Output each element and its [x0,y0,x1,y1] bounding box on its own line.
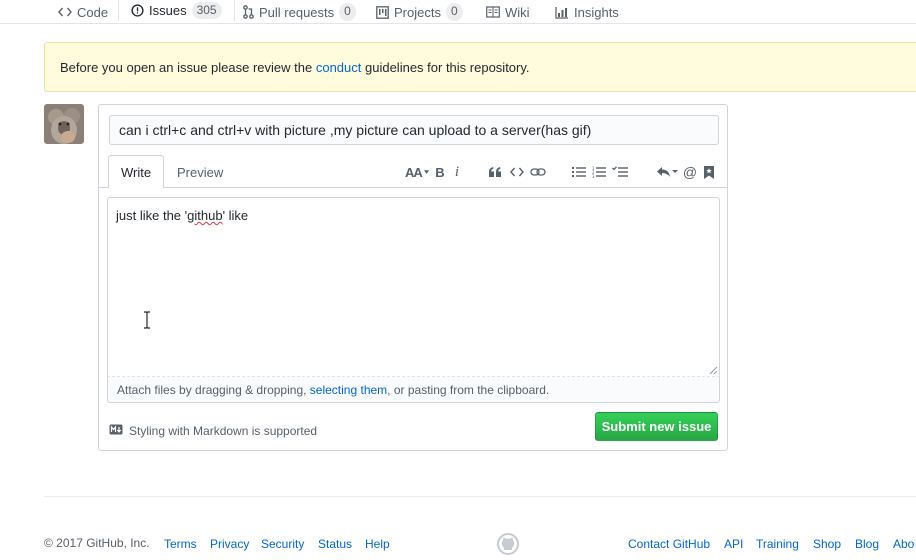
file-attach-bar[interactable]: Attach files by dragging & dropping, sel… [107,377,720,403]
repo-nav: Code Issues 305 Pull requests 0 Projects… [0,0,916,24]
body-text-before: just like the ' [116,208,188,223]
notice-text-before: Before you open an issue please review t… [60,59,316,75]
tab-pull-requests[interactable]: Pull requests 0 [243,0,356,24]
tab-wiki[interactable]: Wiki [486,0,530,24]
footer-link-training[interactable]: Training [756,537,799,551]
pulls-counter: 0 [339,3,356,21]
tab-issues[interactable]: Issues 305 [118,0,235,22]
italic-icon: i [454,163,460,180]
quote-icon [488,166,502,178]
attach-text-after: , or pasting from the clipboard. [387,382,550,397]
contributing-notice: Before you open an issue please review t… [44,42,916,92]
select-files-link[interactable]: selecting them [310,383,387,397]
unordered-list-button[interactable] [571,160,587,184]
tasklist-icon [612,166,628,178]
project-icon [376,5,389,19]
task-list-button[interactable] [611,160,629,184]
footer-links: Terms Privacy Security Status Help Conta… [0,536,916,552]
mention-button[interactable]: @ [682,160,698,184]
resize-handle-icon[interactable] [709,366,717,374]
github-mark-icon[interactable] [497,533,519,555]
footer-link-privacy[interactable]: Privacy [210,537,249,551]
footer-link-about[interactable]: Abo [893,537,914,551]
conduct-link[interactable]: conduct [316,60,362,75]
notice-text-after: guidelines for this repository. [361,59,530,75]
issue-icon [131,4,144,17]
link-icon [530,166,546,178]
ordered-list-button[interactable]: 123 [591,160,607,184]
markdown-icon [109,424,123,438]
issue-title-input[interactable] [109,115,719,145]
markdown-help-link[interactable]: Styling with Markdown is supported [109,423,317,439]
footer-link-shop[interactable]: Shop [813,537,841,551]
reply-button[interactable] [655,160,679,184]
mention-icon: @ [682,164,698,180]
attach-text-before: Attach files by dragging & dropping, [117,382,310,397]
code-button[interactable] [509,160,525,184]
pull-request-icon [243,5,254,19]
link-button[interactable] [529,160,547,184]
tab-insights[interactable]: Insights [555,0,619,24]
footer-link-help[interactable]: Help [365,537,390,551]
tab-wiki-label: Wiki [505,4,530,20]
header-text-button[interactable]: AA [405,160,429,184]
bookmark-icon [704,165,714,179]
tab-code[interactable]: Code [58,0,108,24]
book-icon [486,6,500,18]
list-ordered-icon: 123 [592,166,606,178]
body-misspelled-word: github [187,208,223,223]
graph-icon [555,6,569,19]
reference-button[interactable] [702,160,716,184]
quote-button[interactable] [487,160,503,184]
tab-preview[interactable]: Preview [165,155,235,189]
code-icon [58,6,72,18]
tab-issues-label: Issues [149,3,187,18]
bold-icon: B [435,164,445,180]
footer-link-terms[interactable]: Terms [164,537,197,551]
tab-insights-label: Insights [574,4,619,20]
tab-write[interactable]: Write [108,155,165,189]
footer-link-blog[interactable]: Blog [855,537,879,551]
markdown-note-label: Styling with Markdown is supported [129,424,318,438]
projects-counter: 0 [445,3,463,21]
text-cursor-icon [144,311,150,329]
code-icon [510,166,524,178]
new-issue-form: Write Preview AA B i 123 [98,104,728,451]
svg-text:3: 3 [592,174,595,178]
list-unordered-icon [572,166,586,178]
footer-link-security[interactable]: Security [261,537,304,551]
body-text-after: ' like [222,208,249,223]
footer-link-contact[interactable]: Contact GitHub [628,537,710,551]
italic-button[interactable]: i [451,160,463,184]
footer-link-status[interactable]: Status [318,537,352,551]
issues-counter: 305 [191,1,222,20]
footer-divider [44,496,916,497]
footer-link-api[interactable]: API [724,537,743,551]
tab-projects[interactable]: Projects 0 [376,0,463,24]
issue-body-textarea[interactable]: just like the 'github' like [107,197,720,377]
tab-pulls-label: Pull requests [259,4,335,20]
bold-button[interactable]: B [433,160,447,184]
avatar[interactable] [44,104,84,144]
tab-code-label: Code [77,4,109,20]
header-icon: AA [405,164,423,180]
submit-new-issue-button[interactable]: Submit new issue [595,412,718,441]
reply-icon [656,166,678,178]
tab-projects-label: Projects [394,4,441,20]
